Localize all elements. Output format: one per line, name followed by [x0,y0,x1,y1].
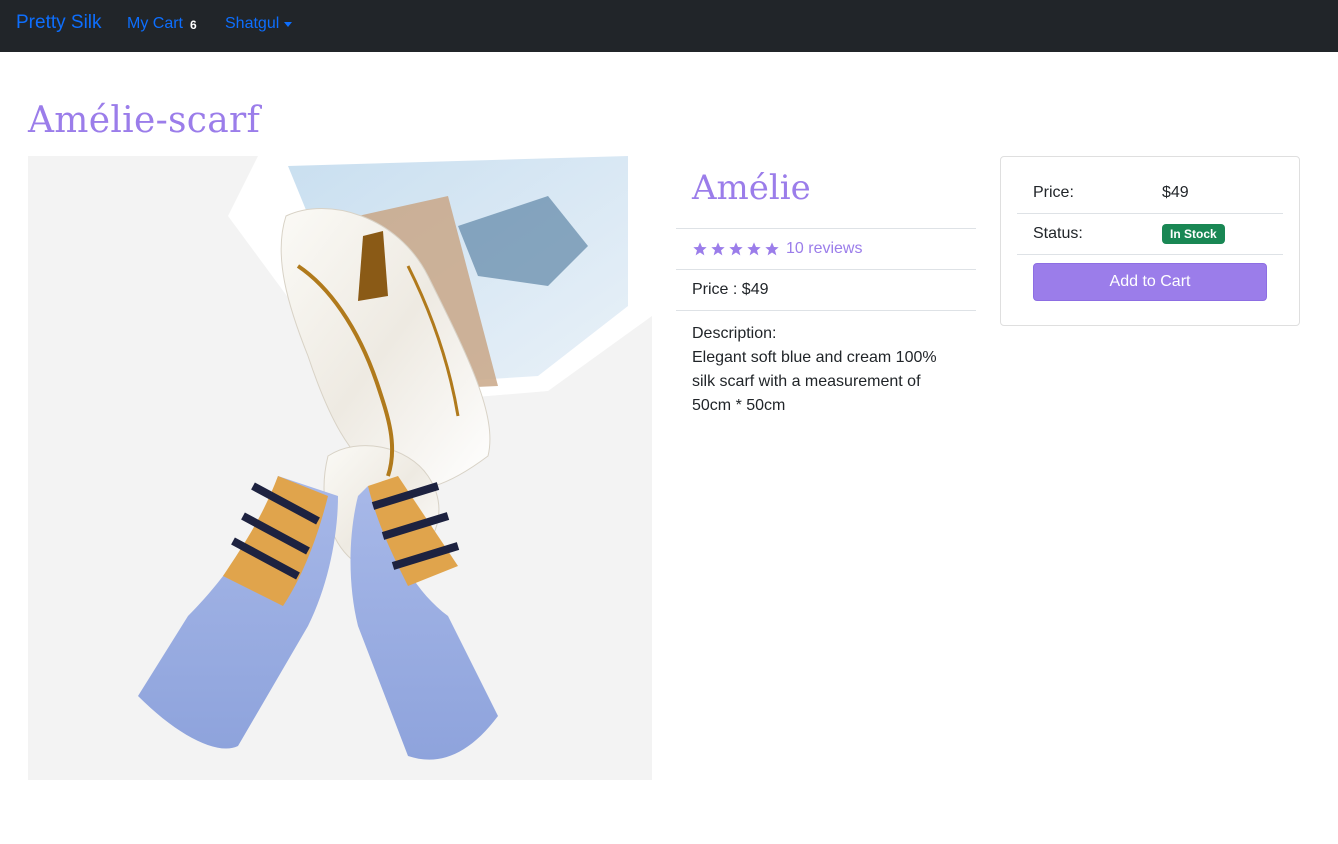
star-icon [765,242,779,256]
card-status-row: Status: In Stock [1017,214,1283,255]
card-price-label: Price: [1033,184,1074,201]
page-title: Amélie-scarf [28,100,261,141]
product-image [28,156,652,780]
brand-link[interactable]: Pretty Silk [16,12,102,34]
card-status-label: Status: [1033,225,1083,242]
description-block: Description: Elegant soft blue and cream… [676,311,976,428]
star-icon [747,242,761,256]
purchase-card: Price: $49 Status: In Stock Add to Cart [1000,156,1300,326]
rating-stars [692,241,780,257]
star-icon [729,242,743,256]
description-label: Description: [692,325,777,342]
star-icon [711,242,725,256]
reviews-count: 10 reviews [786,240,863,257]
cart-count-badge: 6 [190,18,197,32]
caret-down-icon [284,22,293,27]
description-text: Elegant soft blue and cream 100% silk sc… [692,349,937,414]
card-price-value: $49 [1162,184,1189,201]
add-to-cart-button[interactable]: Add to Cart [1033,263,1267,301]
user-dropdown[interactable]: Shatgul [225,15,293,33]
price-line: Price : $49 [676,270,976,311]
navbar: Pretty Silk My Cart 6 Shatgul [0,0,1338,52]
cart-label: My Cart [127,15,183,32]
product-name: Amélie [676,156,976,229]
status-badge: In Stock [1162,224,1225,244]
product-info: Amélie 10 reviews Price : $49 Descriptio… [676,156,976,428]
user-name: Shatgul [225,15,280,32]
card-price-row: Price: $49 [1017,173,1283,214]
rating-row: 10 reviews [676,229,976,270]
cart-link[interactable]: My Cart 6 [127,15,197,33]
star-icon [693,242,707,256]
